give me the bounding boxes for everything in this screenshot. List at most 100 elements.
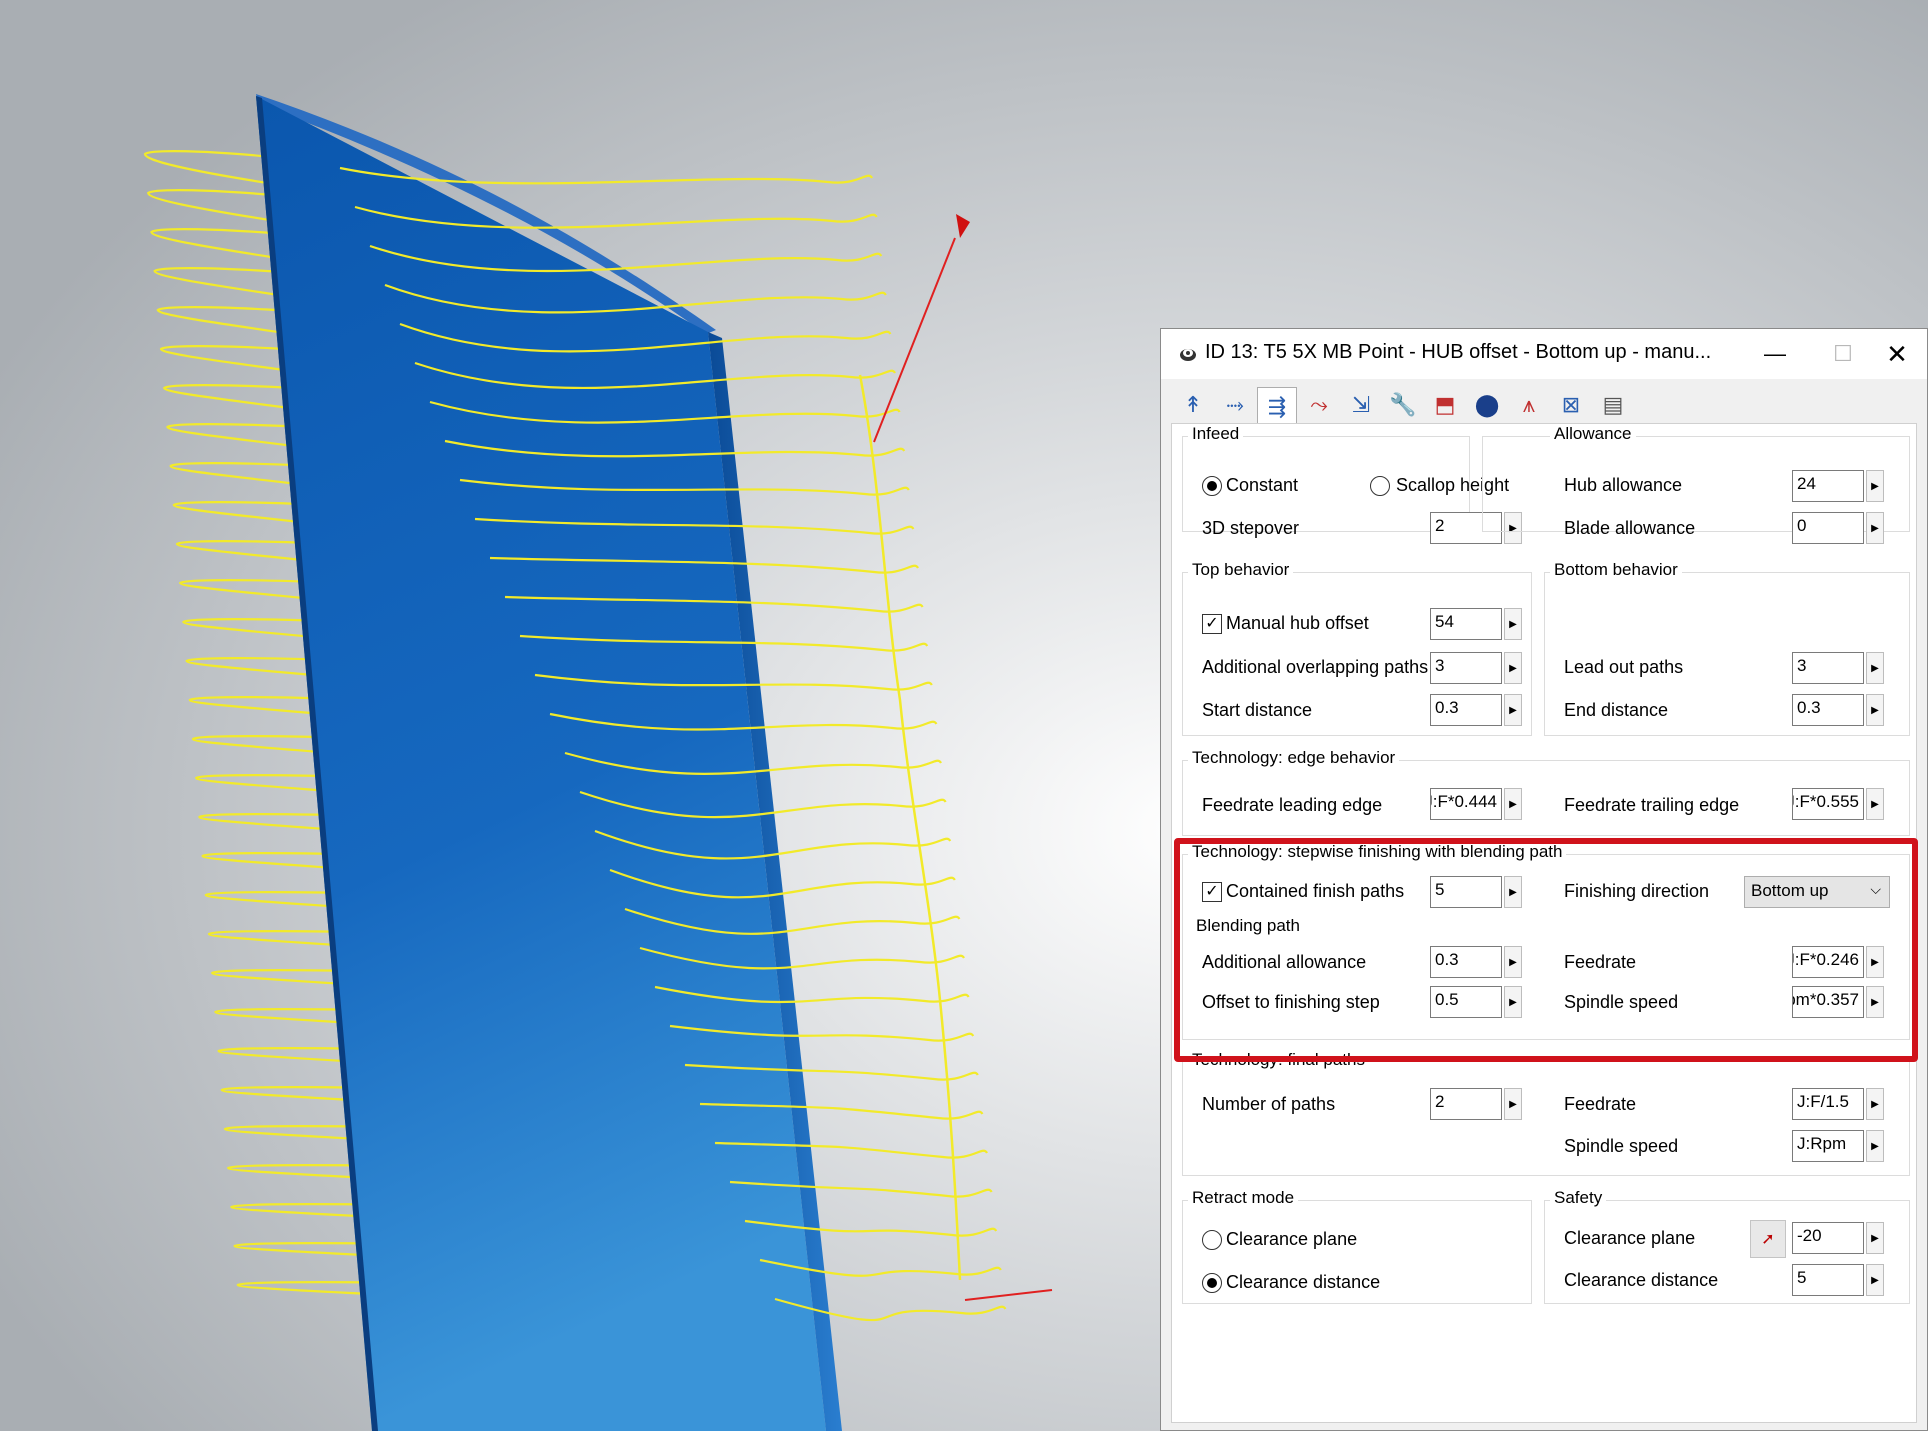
final-feedrate-arrow-icon[interactable]: ▶ bbox=[1866, 1088, 1884, 1120]
end-distance-input[interactable]: 0.3 bbox=[1792, 694, 1864, 726]
final-spindle-field[interactable]: J:Rpm ▶ bbox=[1792, 1130, 1888, 1162]
safety-clearance-plane-field[interactable]: -20 ▶ bbox=[1792, 1222, 1888, 1254]
allowance-title: Allowance bbox=[1550, 424, 1636, 444]
overlap-paths-field[interactable]: 3 ▶ bbox=[1430, 652, 1526, 684]
feedrate-leading-input[interactable]: J:F*0.444 bbox=[1430, 788, 1502, 820]
feedrate-trailing-label: Feedrate trailing edge bbox=[1564, 795, 1740, 815]
lead-out-paths-input[interactable]: 3 bbox=[1792, 652, 1864, 684]
feedrate-trailing-arrow-icon[interactable]: ▶ bbox=[1866, 788, 1884, 820]
tool-notes-icon[interactable]: ▤ bbox=[1593, 387, 1633, 423]
feedrate-leading-field[interactable]: J:F*0.444 ▶ bbox=[1430, 788, 1526, 820]
feedrate-trailing-field[interactable]: J:F*0.555 ▶ bbox=[1792, 788, 1888, 820]
manual-hub-offset-arrow-icon[interactable]: ▶ bbox=[1504, 608, 1522, 640]
blade-allowance-arrow-icon[interactable]: ▶ bbox=[1866, 512, 1884, 544]
tool-stock-icon[interactable]: ⬒ bbox=[1425, 387, 1465, 423]
blending-feedrate-arrow-icon[interactable]: ▶ bbox=[1866, 946, 1884, 978]
blade-allowance-field[interactable]: 0 ▶ bbox=[1792, 512, 1888, 544]
retract-clearance-plane-radio[interactable] bbox=[1202, 1230, 1222, 1250]
manual-hub-offset-checkbox[interactable]: ✓ bbox=[1202, 614, 1222, 634]
contained-finish-paths-input[interactable]: 5 bbox=[1430, 876, 1502, 908]
constant-radio[interactable] bbox=[1202, 476, 1222, 496]
scallop-height-radio[interactable] bbox=[1370, 476, 1390, 496]
retract-clearance-distance-radio[interactable] bbox=[1202, 1273, 1222, 1293]
end-distance-arrow-icon[interactable]: ▶ bbox=[1866, 694, 1884, 726]
blending-spindle-label: Spindle speed bbox=[1564, 992, 1679, 1012]
final-spindle-arrow-icon[interactable]: ▶ bbox=[1866, 1130, 1884, 1162]
tool-axis-icon[interactable]: ↟ bbox=[1173, 387, 1213, 423]
overlap-paths-input[interactable]: 3 bbox=[1430, 652, 1502, 684]
retract-mode-title: Retract mode bbox=[1188, 1188, 1299, 1208]
contained-finish-paths-field[interactable]: 5 ▶ bbox=[1430, 876, 1526, 908]
tool-dome-icon[interactable]: ⬤ bbox=[1467, 387, 1507, 423]
offset-finishing-step-input[interactable]: 0.5 bbox=[1430, 986, 1502, 1018]
start-distance-label: Start distance bbox=[1202, 700, 1313, 720]
overlap-paths-arrow-icon[interactable]: ▶ bbox=[1504, 652, 1522, 684]
blade-allowance-input[interactable]: 0 bbox=[1792, 512, 1864, 544]
safety-clearance-distance-input[interactable]: 5 bbox=[1792, 1264, 1864, 1296]
number-of-paths-field[interactable]: 2 ▶ bbox=[1430, 1088, 1526, 1120]
chevron-down-icon: ⌵ bbox=[1870, 881, 1881, 897]
pick-plane-icon[interactable]: ➚ bbox=[1750, 1220, 1786, 1258]
feedrate-leading-arrow-icon[interactable]: ▶ bbox=[1504, 788, 1522, 820]
dialog-title: ID 13: T5 5X MB Point - HUB offset - Bot… bbox=[1205, 341, 1712, 363]
end-distance-field[interactable]: 0.3 ▶ bbox=[1792, 694, 1888, 726]
blending-path-label: Blending path bbox=[1196, 916, 1300, 935]
tool-check-icon[interactable]: ⊠ bbox=[1551, 387, 1591, 423]
dialog-content: Infeed Constant Scallop height 3D stepov… bbox=[1171, 423, 1917, 1423]
stepwise-finishing-title: Technology: stepwise finishing with blen… bbox=[1188, 842, 1567, 862]
additional-allowance-input[interactable]: 0.3 bbox=[1430, 946, 1502, 978]
maximize-button[interactable]: ☐ bbox=[1813, 329, 1873, 379]
feedrate-trailing-input[interactable]: J:F*0.555 bbox=[1792, 788, 1864, 820]
safety-title: Safety bbox=[1550, 1188, 1607, 1208]
edge-behavior-title: Technology: edge behavior bbox=[1188, 748, 1400, 768]
blending-spindle-arrow-icon[interactable]: ▶ bbox=[1866, 986, 1884, 1018]
tool-leadin-icon[interactable]: ⇲ bbox=[1341, 387, 1381, 423]
start-distance-field[interactable]: 0.3 ▶ bbox=[1430, 694, 1526, 726]
hub-allowance-field[interactable]: 24 ▶ bbox=[1792, 470, 1888, 502]
safety-clearance-distance-field[interactable]: 5 ▶ bbox=[1792, 1264, 1888, 1296]
tool-link-icon[interactable]: ⤳ bbox=[1299, 387, 1339, 423]
number-of-paths-arrow-icon[interactable]: ▶ bbox=[1504, 1088, 1522, 1120]
close-button[interactable]: ✕ bbox=[1867, 329, 1927, 379]
lead-out-paths-arrow-icon[interactable]: ▶ bbox=[1866, 652, 1884, 684]
offset-finishing-step-arrow-icon[interactable]: ▶ bbox=[1504, 986, 1522, 1018]
manual-hub-offset-field[interactable]: 54 ▶ bbox=[1430, 608, 1526, 640]
lead-out-paths-field[interactable]: 3 ▶ bbox=[1792, 652, 1888, 684]
hub-allowance-arrow-icon[interactable]: ▶ bbox=[1866, 470, 1884, 502]
infeed-title: Infeed bbox=[1188, 424, 1244, 444]
hub-allowance-label: Hub allowance bbox=[1564, 475, 1683, 495]
tool-strategy-icon[interactable]: ⇶ bbox=[1257, 387, 1297, 425]
tool-path-icon[interactable]: ⤑ bbox=[1215, 387, 1255, 423]
contained-finish-paths-checkbox[interactable]: ✓ bbox=[1202, 882, 1222, 902]
blending-feedrate-label: Feedrate bbox=[1564, 952, 1637, 972]
start-distance-input[interactable]: 0.3 bbox=[1430, 694, 1502, 726]
manual-hub-offset-input[interactable]: 54 bbox=[1430, 608, 1502, 640]
safety-clearance-distance-arrow-icon[interactable]: ▶ bbox=[1866, 1264, 1884, 1296]
finishing-direction-select[interactable]: Bottom up ⌵ bbox=[1744, 876, 1890, 908]
tool-axes-icon[interactable]: ⩚ bbox=[1509, 387, 1549, 423]
start-distance-arrow-icon[interactable]: ▶ bbox=[1504, 694, 1522, 726]
final-spindle-input[interactable]: J:Rpm bbox=[1792, 1130, 1864, 1162]
blending-spindle-input[interactable]: J:Rpm*0.357 bbox=[1792, 986, 1864, 1018]
additional-allowance-arrow-icon[interactable]: ▶ bbox=[1504, 946, 1522, 978]
number-of-paths-input[interactable]: 2 bbox=[1430, 1088, 1502, 1120]
blending-feedrate-field[interactable]: J:F*0.246 ▶ bbox=[1792, 946, 1888, 978]
contained-finish-paths-arrow-icon[interactable]: ▶ bbox=[1504, 876, 1522, 908]
blending-spindle-field[interactable]: J:Rpm*0.357▶ bbox=[1792, 986, 1888, 1018]
number-of-paths-label: Number of paths bbox=[1202, 1094, 1336, 1114]
safety-clearance-plane-input[interactable]: -20 bbox=[1792, 1222, 1864, 1254]
dialog-titlebar[interactable]: ID 13: T5 5X MB Point - HUB offset - Bot… bbox=[1161, 329, 1927, 379]
final-feedrate-input[interactable]: J:F/1.5 bbox=[1792, 1088, 1864, 1120]
tool-wrench-icon[interactable]: 🔧 bbox=[1383, 387, 1423, 423]
safety-clearance-plane-arrow-icon[interactable]: ▶ bbox=[1866, 1222, 1884, 1254]
safety-clearance-distance-label: Clearance distance bbox=[1564, 1270, 1719, 1290]
app-logo-icon bbox=[1180, 349, 1196, 361]
top-behavior-title: Top behavior bbox=[1188, 560, 1294, 580]
hub-allowance-input[interactable]: 24 bbox=[1792, 470, 1864, 502]
safety-clearance-plane-label: Clearance plane bbox=[1564, 1228, 1696, 1248]
final-feedrate-field[interactable]: J:F/1.5 ▶ bbox=[1792, 1088, 1888, 1120]
blending-feedrate-input[interactable]: J:F*0.246 bbox=[1792, 946, 1864, 978]
additional-allowance-field[interactable]: 0.3 ▶ bbox=[1430, 946, 1526, 978]
offset-finishing-step-field[interactable]: 0.5 ▶ bbox=[1430, 986, 1526, 1018]
minimize-button[interactable]: — bbox=[1745, 329, 1805, 379]
